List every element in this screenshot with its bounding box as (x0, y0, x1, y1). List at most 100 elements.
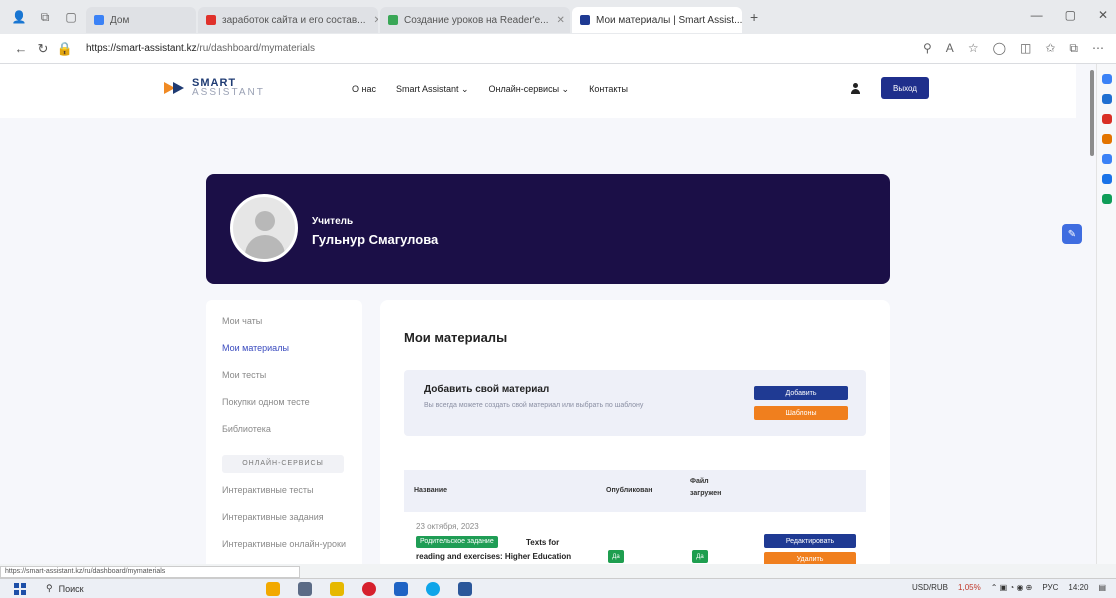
tab-label: Дом (110, 14, 130, 26)
sidebar-item-interactive-tasks[interactable]: Интерактивные задания (222, 512, 362, 539)
close-icon[interactable]: ✕ (374, 15, 378, 26)
published-badge: Да (608, 550, 624, 563)
zoom-icon[interactable]: ⚲ (923, 41, 932, 56)
drop-icon[interactable] (1101, 194, 1112, 204)
lock-icon[interactable]: 🔒 (54, 41, 76, 57)
browser-tab[interactable]: заработок сайта и его состав... ✕ (198, 7, 378, 33)
stock-currency[interactable]: USD/RUB (912, 583, 948, 592)
sidebar-item-purchases[interactable]: Покупки одном тесте (222, 397, 362, 424)
collections-toolbar-icon[interactable]: ⧉ (1069, 41, 1078, 56)
nav-smart-assistant[interactable]: Smart Assistant ⌄ (396, 84, 469, 95)
browser-tab-active[interactable]: Мои материалы | Smart Assist... ✕ (572, 7, 742, 33)
profile-icon[interactable]: 👤 (8, 7, 30, 27)
avatar (230, 194, 298, 262)
taskbar-word-icon[interactable] (394, 581, 408, 596)
favorite-icon[interactable]: ☆ (968, 41, 979, 56)
logout-button[interactable]: Выход (881, 77, 929, 99)
games-icon[interactable] (1101, 134, 1112, 144)
language-indicator[interactable]: РУС (1042, 583, 1058, 592)
edit-button[interactable]: Редактировать (764, 534, 856, 548)
profile-banner: Учитель Гульнур Смагулова (206, 174, 890, 284)
url-host: https://smart-assistant.kz (86, 43, 197, 54)
close-icon[interactable]: ✕ (557, 15, 565, 26)
templates-button[interactable]: Шаблоны (754, 406, 848, 420)
page-scrollbar[interactable] (1090, 70, 1094, 156)
user-icon[interactable] (850, 83, 860, 95)
browser-tab[interactable]: Создание уроков на Reader'е... ✕ (380, 7, 570, 33)
nav-online-services[interactable]: Онлайн-сервисы ⌄ (489, 84, 570, 95)
url-field[interactable]: https://smart-assistant.kz/ru/dashboard/… (86, 43, 923, 54)
nav-contacts[interactable]: Контакты (589, 84, 628, 95)
profile-role: Учитель (312, 216, 354, 227)
sidebar-item-interactive-lessons[interactable]: Интерактивные онлайн-уроки (222, 539, 362, 564)
tab-label: Создание уроков на Reader'е... (404, 14, 549, 26)
add-material-title: Добавить свой материал (424, 384, 550, 395)
taskbar-edge-icon[interactable] (426, 581, 440, 596)
sidebar-section-label: ОНЛАЙН-СЕРВИСЫ (222, 455, 344, 473)
tray-icons[interactable]: ⌃ ▣ ◔ ◉ ⊕ (991, 583, 1033, 592)
office-icon[interactable] (1101, 154, 1112, 164)
taskbar-search[interactable]: ⚲ Поиск (46, 583, 196, 594)
table-header: Название Опубликован Файл загружен (404, 470, 866, 512)
status-url: https://smart-assistant.kz/ru/dashboard/… (0, 566, 300, 578)
notifications-icon[interactable]: ▤ (1098, 583, 1106, 592)
tab-favicon-icon (388, 15, 398, 25)
site-logo[interactable]: SMART ASSISTANT (164, 78, 265, 98)
materials-panel: Мои материалы Добавить свой материал Вы … (380, 300, 890, 564)
maximize-icon[interactable]: ▢ (1065, 8, 1076, 22)
split-screen-icon[interactable]: ◫ (1020, 41, 1031, 56)
column-file-line2: загружен (690, 490, 722, 497)
sidebar-item-chats[interactable]: Мои чаты (222, 316, 362, 343)
add-material-box: Добавить свой материал Вы всегда можете … (404, 370, 866, 436)
browser-tab[interactable]: Дом (86, 7, 196, 33)
logo-text: SMART ASSISTANT (192, 78, 265, 98)
search-icon: ⚲ (46, 583, 53, 593)
read-aloud-icon[interactable]: A (946, 41, 954, 56)
sidebar-item-tests[interactable]: Мои тесты (222, 370, 362, 397)
browser-toolbar: ⚲ A ☆ ◯ ◫ ✩ ⧉ ⋯ (923, 41, 1116, 56)
sidebar-item-materials[interactable]: Мои материалы (222, 343, 362, 370)
delete-button[interactable]: Удалить (764, 552, 856, 564)
close-window-icon[interactable]: ✕ (1098, 8, 1108, 22)
outlook-icon[interactable] (1101, 174, 1112, 184)
url-path: /ru/dashboard/mymaterials (196, 43, 315, 54)
sidebar-item-interactive-tests[interactable]: Интерактивные тесты (222, 485, 362, 512)
taskbar-app-icon[interactable] (458, 581, 472, 596)
page-title: Мои материалы (404, 330, 508, 345)
clock[interactable]: 14:20 (1068, 583, 1088, 592)
chat-icon[interactable]: ✎ (1062, 224, 1082, 244)
sidebar-item-library[interactable]: Библиотека (222, 424, 362, 451)
taskbar-explorer-icon[interactable] (266, 581, 280, 596)
tab-actions-icon[interactable]: ▢ (60, 7, 82, 27)
taskbar-opera-icon[interactable] (362, 581, 376, 596)
tab-favicon-icon (206, 15, 216, 25)
logo-mark-icon (164, 79, 186, 97)
system-tray: USD/RUB 1,05% ⌃ ▣ ◔ ◉ ⊕ РУС 14:20 ▤ (912, 583, 1106, 592)
window-controls: — ▢ ✕ (1031, 8, 1108, 22)
row-date: 23 октября, 2023 (416, 522, 479, 531)
stock-change: 1,05% (958, 583, 981, 592)
nav-about[interactable]: О нас (352, 84, 376, 95)
page-viewport: SMART ASSISTANT О нас Smart Assistant ⌄ … (0, 64, 1096, 564)
taskbar-files-icon[interactable] (330, 581, 344, 596)
minimize-icon[interactable]: — (1031, 8, 1043, 22)
new-tab-button[interactable]: + (750, 9, 758, 25)
browser-tab-strip: 👤 ⧉ ▢ Дом заработок сайта и его состав..… (0, 0, 1116, 34)
favorites-icon[interactable]: ✩ (1045, 41, 1055, 56)
main-nav: О нас Smart Assistant ⌄ Онлайн-сервисы ⌄… (352, 84, 628, 95)
site-header: SMART ASSISTANT О нас Smart Assistant ⌄ … (0, 64, 1076, 118)
windows-start-icon[interactable] (14, 582, 26, 595)
back-icon[interactable]: ← (10, 41, 32, 56)
reload-icon[interactable]: ↻ (32, 41, 54, 57)
discover-icon[interactable] (1101, 94, 1112, 104)
file-uploaded-badge: Да (692, 550, 708, 563)
tools-icon[interactable] (1101, 114, 1112, 124)
taskbar-task-view-icon[interactable] (298, 581, 312, 596)
more-icon[interactable]: ⋯ (1092, 41, 1104, 56)
search-icon[interactable] (1101, 74, 1112, 84)
add-material-button[interactable]: Добавить (754, 386, 848, 400)
profile-name: Гульнур Смагулова (312, 232, 439, 247)
extensions-icon[interactable]: ◯ (993, 41, 1006, 56)
collections-icon[interactable]: ⧉ (34, 7, 56, 27)
tab-favicon-icon (580, 15, 590, 25)
